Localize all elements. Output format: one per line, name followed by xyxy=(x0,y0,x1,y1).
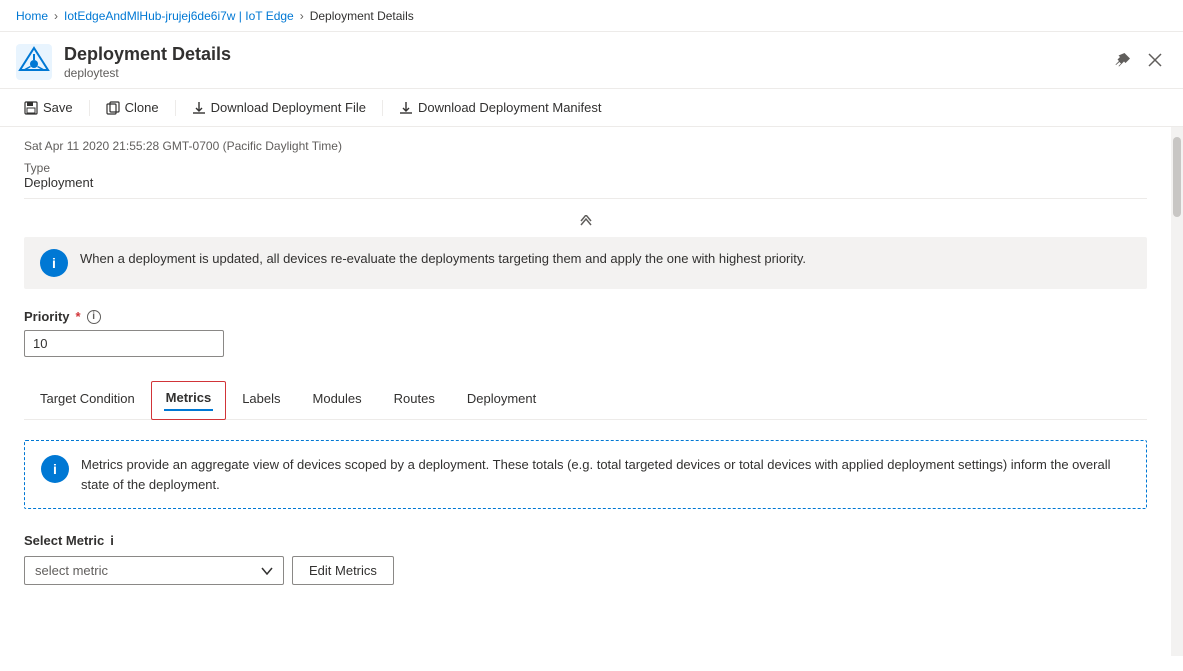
toolbar-separator-1 xyxy=(89,100,90,116)
panel-subtitle: deploytest xyxy=(64,66,231,80)
download-file-icon xyxy=(192,101,206,115)
close-button[interactable] xyxy=(1143,48,1167,72)
select-metric-placeholder: select metric xyxy=(35,563,108,578)
metrics-info-text: Metrics provide an aggregate view of dev… xyxy=(81,455,1130,494)
main-content: Sat Apr 11 2020 21:55:28 GMT-0700 (Pacif… xyxy=(0,127,1183,656)
tab-target-condition[interactable]: Target Condition xyxy=(24,381,151,419)
tab-labels[interactable]: Labels xyxy=(226,381,296,419)
breadcrumb-sep2: › xyxy=(300,9,304,23)
panel-title-block: Deployment Details deploytest xyxy=(64,44,231,80)
tab-modules[interactable]: Modules xyxy=(297,381,378,419)
breadcrumb: Home › IotEdgeAndMlHub-jrujej6de6i7w | I… xyxy=(0,0,1183,32)
breadcrumb-current: Deployment Details xyxy=(310,9,414,23)
panel-title: Deployment Details xyxy=(64,44,231,66)
save-label: Save xyxy=(43,100,73,115)
download-file-button[interactable]: Download Deployment File xyxy=(184,95,374,120)
pin-button[interactable] xyxy=(1111,48,1135,72)
tab-routes[interactable]: Routes xyxy=(378,381,451,419)
save-icon xyxy=(24,101,38,115)
edit-metrics-button[interactable]: Edit Metrics xyxy=(292,556,394,585)
save-button[interactable]: Save xyxy=(16,95,81,120)
select-metric-controls: select metric Edit Metrics xyxy=(24,556,1147,585)
select-metric-info-icon[interactable]: i xyxy=(110,533,114,548)
priority-input[interactable] xyxy=(24,330,224,357)
panel-header-actions xyxy=(1111,48,1167,72)
info-banner: i When a deployment is updated, all devi… xyxy=(24,237,1147,289)
toolbar-separator-3 xyxy=(382,100,383,116)
breadcrumb-home[interactable]: Home xyxy=(16,9,48,23)
breadcrumb-sep1: › xyxy=(54,9,58,23)
select-metric-label: Select Metric i xyxy=(24,533,1147,548)
download-manifest-icon xyxy=(399,101,413,115)
azure-iot-edge-icon xyxy=(16,44,52,80)
tab-deployment[interactable]: Deployment xyxy=(451,381,552,419)
select-metric-dropdown[interactable]: select metric xyxy=(24,556,284,585)
scroll-area[interactable]: Sat Apr 11 2020 21:55:28 GMT-0700 (Pacif… xyxy=(0,127,1171,656)
metrics-info-icon: i xyxy=(41,455,69,483)
clone-icon xyxy=(106,101,120,115)
download-manifest-button[interactable]: Download Deployment Manifest xyxy=(391,95,610,120)
tab-metrics[interactable]: Metrics xyxy=(151,381,227,420)
priority-section: Priority * i xyxy=(24,309,1147,357)
info-icon: i xyxy=(40,249,68,277)
priority-label: Priority * i xyxy=(24,309,1147,324)
panel-header: Deployment Details deploytest xyxy=(0,32,1183,89)
metrics-info-banner: i Metrics provide an aggregate view of d… xyxy=(24,440,1147,509)
dropdown-chevron-icon xyxy=(261,567,273,575)
priority-required: * xyxy=(76,309,81,324)
select-metric-section: Select Metric i select metric Edit Metri… xyxy=(24,533,1147,585)
breadcrumb-hub[interactable]: IotEdgeAndMlHub-jrujej6de6i7w | IoT Edge xyxy=(64,9,294,23)
chevron-up-icon xyxy=(579,215,593,229)
info-banner-text: When a deployment is updated, all device… xyxy=(80,249,806,269)
type-label: Type Deployment xyxy=(24,161,1147,190)
download-file-label: Download Deployment File xyxy=(211,100,366,115)
panel-header-left: Deployment Details deploytest xyxy=(16,44,231,80)
toolbar: Save Clone Download Deployment File Down… xyxy=(0,89,1183,127)
tabs-bar: Target Condition Metrics Labels Modules … xyxy=(24,381,1147,420)
scrollbar-thumb[interactable] xyxy=(1173,137,1181,217)
download-manifest-label: Download Deployment Manifest xyxy=(418,100,602,115)
priority-info-icon[interactable]: i xyxy=(87,310,101,324)
toolbar-separator-2 xyxy=(175,100,176,116)
clone-button[interactable]: Clone xyxy=(98,95,167,120)
top-info-section: Sat Apr 11 2020 21:55:28 GMT-0700 (Pacif… xyxy=(24,127,1147,199)
close-icon xyxy=(1147,52,1163,68)
collapse-button[interactable] xyxy=(24,215,1147,229)
date-text: Sat Apr 11 2020 21:55:28 GMT-0700 (Pacif… xyxy=(24,139,1147,153)
pin-icon xyxy=(1115,52,1131,68)
clone-label: Clone xyxy=(125,100,159,115)
scrollbar-track[interactable] xyxy=(1171,127,1183,656)
